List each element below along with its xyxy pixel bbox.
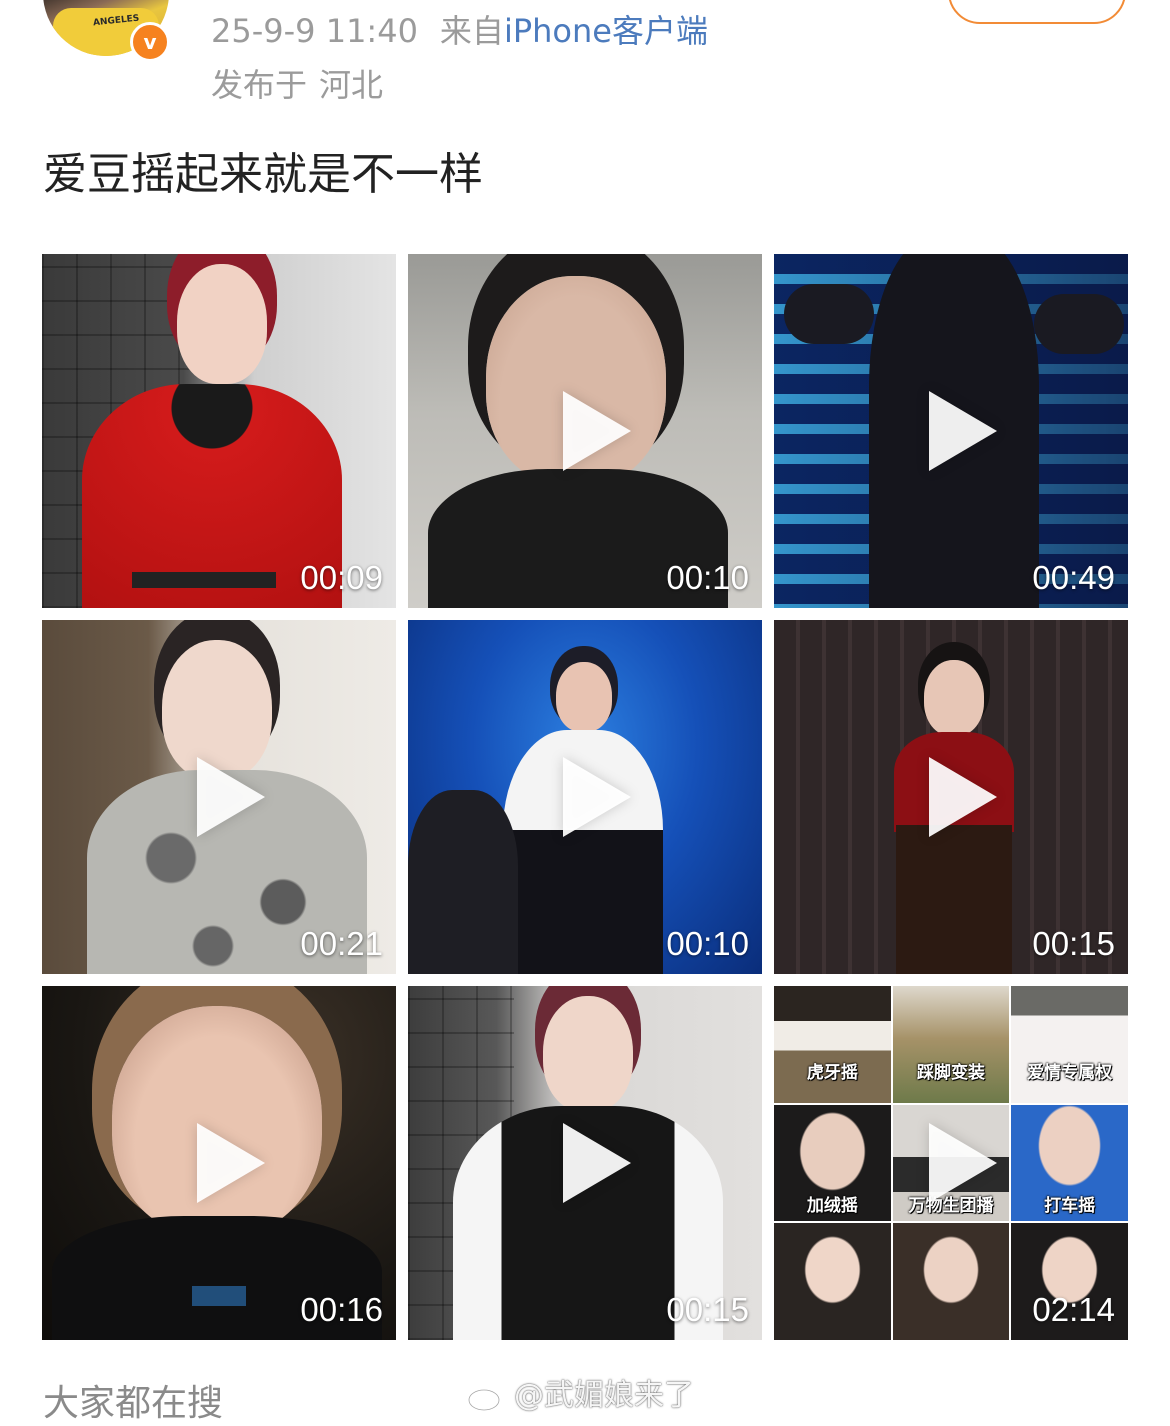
post-location: 发布于 河北 bbox=[211, 62, 383, 108]
video-duration: 00:15 bbox=[1032, 925, 1115, 962]
collage-label: 打车摇 bbox=[1044, 1195, 1096, 1216]
video-duration: 00:09 bbox=[300, 559, 383, 596]
play-icon bbox=[563, 391, 631, 471]
video-duration: 00:49 bbox=[1032, 559, 1115, 596]
watermark: @武媚娘来了 bbox=[466, 1376, 694, 1416]
collage-cell bbox=[774, 1223, 891, 1340]
collage-cell: 爱情专属权 bbox=[1011, 986, 1128, 1103]
play-icon bbox=[929, 391, 997, 471]
video-thumbnail[interactable]: 00:49 bbox=[774, 254, 1128, 608]
collage-label: 踩脚变装 bbox=[916, 1063, 985, 1083]
video-thumbnail[interactable]: 00:15 bbox=[774, 620, 1128, 974]
location-value: 河北 bbox=[319, 66, 384, 104]
video-thumbnail[interactable]: 00:10 bbox=[408, 254, 762, 608]
collage-label: 加绒摇 bbox=[806, 1195, 858, 1216]
video-thumbnail-collage[interactable]: 虎牙摇 踩脚变装 爱情专属权 加绒摇 万物生团播 打车摇 02:14 bbox=[774, 986, 1128, 1340]
play-icon bbox=[929, 1123, 997, 1203]
source-prefix: 来自 bbox=[439, 12, 504, 50]
play-icon bbox=[929, 757, 997, 837]
video-grid: 00:09 00:10 00:49 00:21 00:10 00:15 00:1… bbox=[42, 254, 1128, 1340]
video-thumbnail[interactable]: 00:15 bbox=[408, 986, 762, 1340]
play-icon bbox=[563, 757, 631, 837]
video-thumbnail[interactable]: 00:09 bbox=[42, 254, 396, 608]
watermark-text: @武媚娘来了 bbox=[514, 1378, 694, 1413]
collage-label: 爱情专属权 bbox=[1027, 1063, 1113, 1083]
video-duration: 00:10 bbox=[666, 559, 749, 596]
video-duration: 00:21 bbox=[300, 925, 383, 962]
post-timestamp: 25-9-9 11:40 bbox=[211, 12, 418, 50]
follow-button[interactable] bbox=[948, 0, 1126, 24]
collage-cell: 加绒摇 bbox=[774, 1104, 891, 1222]
video-duration: 00:10 bbox=[666, 925, 749, 962]
video-duration: 00:15 bbox=[666, 1291, 749, 1328]
collage-cell: 打车摇 bbox=[1011, 1104, 1128, 1222]
play-icon bbox=[197, 1123, 265, 1203]
trending-search-title: 大家都在搜 bbox=[43, 1383, 224, 1424]
post-meta: 25-9-9 11:40 来自iPhone客户端 bbox=[211, 8, 708, 54]
source-client-link[interactable]: iPhone客户端 bbox=[504, 12, 708, 50]
weibo-logo-icon bbox=[467, 1382, 507, 1412]
verified-badge-icon: v bbox=[130, 22, 170, 62]
video-duration: 02:14 bbox=[1032, 1291, 1115, 1328]
location-label: 发布于 bbox=[211, 66, 308, 104]
collage-label: 虎牙摇 bbox=[806, 1063, 858, 1083]
collage-cell bbox=[892, 1223, 1010, 1340]
collage-cell: 虎牙摇 bbox=[774, 986, 891, 1103]
play-icon bbox=[563, 1123, 631, 1203]
play-icon bbox=[197, 757, 265, 837]
video-duration: 00:16 bbox=[300, 1291, 383, 1328]
post-text: 爱豆摇起来就是不一样 bbox=[43, 149, 483, 200]
video-thumbnail[interactable]: 00:10 bbox=[408, 620, 762, 974]
video-thumbnail[interactable]: 00:21 bbox=[42, 620, 396, 974]
video-thumbnail[interactable]: 00:16 bbox=[42, 986, 396, 1340]
collage-cell: 踩脚变装 bbox=[892, 986, 1010, 1103]
